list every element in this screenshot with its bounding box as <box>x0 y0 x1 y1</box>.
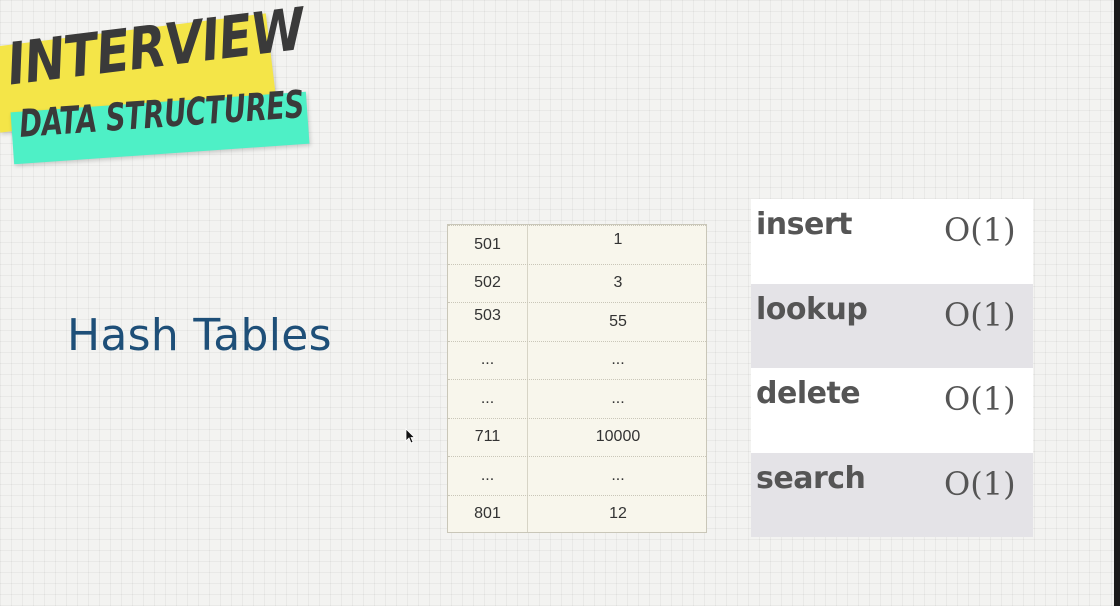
hash-key: ... <box>480 351 495 369</box>
operation-name: lookup <box>756 291 868 327</box>
hash-value: 3 <box>613 274 623 292</box>
operation-row-insert: insert O(1) <box>751 199 1033 284</box>
hash-key: ... <box>480 389 495 407</box>
mouse-cursor-icon <box>405 428 415 444</box>
operation-complexity: O(1) <box>944 295 1016 334</box>
operation-name: delete <box>756 376 861 411</box>
hash-value: ... <box>611 389 625 407</box>
hash-key: 503 <box>474 306 501 324</box>
hash-value: 12 <box>609 505 627 523</box>
hash-row: 711 10000 <box>448 417 706 457</box>
hash-key: 502 <box>474 274 501 292</box>
hash-key: 801 <box>474 505 501 523</box>
hash-row: 801 12 <box>448 494 706 534</box>
hash-key: 501 <box>474 235 501 253</box>
window-edge <box>1114 0 1120 606</box>
slide-title: Hash Tables <box>67 310 332 361</box>
hash-value: 1 <box>613 230 623 248</box>
hash-key: 711 <box>474 428 501 446</box>
hash-row: 502 3 <box>448 263 706 303</box>
hash-key: ... <box>480 466 495 484</box>
hash-value: ... <box>611 351 625 369</box>
course-logo: INTERVIEW DATA STRUCTURES <box>0 0 320 180</box>
hash-row: 503 55 <box>448 302 706 341</box>
complexity-table: insert O(1) lookup O(1) delete O(1) sear… <box>751 199 1033 537</box>
operation-name: search <box>756 460 866 496</box>
hash-value: ... <box>611 466 625 484</box>
operation-complexity: O(1) <box>944 211 1016 249</box>
hash-table-diagram: 501 1 502 3 503 55 ... ... ... ... 711 1… <box>447 224 707 533</box>
hash-value: 10000 <box>595 428 641 446</box>
operation-row-lookup: lookup O(1) <box>751 283 1033 368</box>
operation-name: insert <box>756 207 852 242</box>
operation-complexity: O(1) <box>944 464 1016 503</box>
operation-row-delete: delete O(1) <box>751 368 1033 453</box>
hash-row: ... ... <box>448 456 706 495</box>
hash-row: ... ... <box>448 340 706 380</box>
operation-complexity: O(1) <box>944 380 1016 418</box>
hash-value: 55 <box>609 312 627 330</box>
hash-row: ... ... <box>448 379 706 418</box>
hash-row: 501 1 <box>448 225 706 264</box>
operation-row-search: search O(1) <box>751 452 1033 537</box>
